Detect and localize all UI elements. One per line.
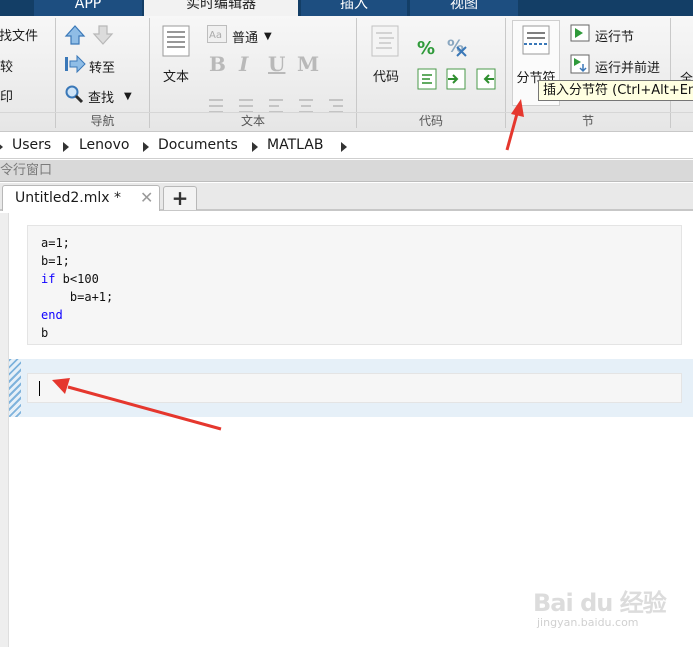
code-line: if b<100 — [41, 270, 681, 288]
empty-code-block[interactable] — [27, 373, 682, 403]
find-files-label: 查找文件 — [0, 29, 39, 44]
breadcrumb-documents[interactable]: Documents — [158, 137, 238, 153]
text-button-label[interactable]: 文本 — [156, 66, 196, 85]
breadcrumb-separator-icon[interactable] — [341, 142, 347, 152]
goto-button[interactable]: 转至 — [64, 54, 115, 78]
tab-app[interactable]: APP — [34, 0, 142, 16]
text-document-icon[interactable] — [162, 25, 190, 57]
section-break-tooltip: 插入分节符 (Ctrl+Alt+Enter) — [538, 80, 693, 101]
code-line: a=1; — [41, 236, 70, 250]
comment-percent-icon[interactable]: % — [417, 38, 435, 59]
command-window-header[interactable]: 命令行窗口 — [0, 160, 693, 182]
watermark-brand: Bai du 经验 — [533, 589, 667, 617]
svg-text:%: % — [447, 37, 464, 57]
style-dropdown[interactable]: Aa 普通 ▼ — [207, 25, 272, 47]
breadcrumb-separator-icon[interactable] — [252, 142, 258, 152]
close-icon[interactable]: ✕ — [140, 186, 153, 210]
breadcrumb-separator-icon[interactable] — [63, 142, 69, 152]
code-block-icon[interactable] — [371, 25, 399, 57]
compare-button[interactable]: 比较 — [0, 56, 13, 75]
compare-label: 比较 — [0, 60, 14, 75]
file-tab-name: Untitled2.mlx * — [15, 190, 121, 206]
baidu-watermark: Bai du 经验 jingyan.baidu.com — [533, 583, 673, 633]
group-label-navigate: 导航 — [90, 114, 115, 128]
group-label-section: 节 — [581, 114, 594, 128]
magnifier-icon — [64, 84, 84, 108]
tab-insert[interactable]: 插入 — [301, 0, 407, 16]
find-dropdown-icon[interactable]: ▼ — [124, 91, 132, 102]
breadcrumb-matlab[interactable]: MATLAB — [267, 137, 323, 153]
run-and-advance-button[interactable]: 运行并前进 — [570, 54, 660, 78]
monospace-icon[interactable]: M — [297, 52, 319, 76]
new-tab-button[interactable]: + — [163, 186, 197, 210]
section-break-marker — [9, 359, 21, 417]
keyword-end: end — [41, 308, 63, 322]
code-block[interactable]: a=1; b=1; if b<100 b=a+1; end b — [27, 225, 682, 345]
code-line: b=a+1; — [41, 290, 114, 304]
style-value: 普通 — [232, 30, 259, 46]
code-line: b — [41, 326, 49, 340]
current-folder-bar: Users Lenovo Documents MATLAB — [0, 133, 693, 159]
find-label: 查找 — [88, 90, 115, 106]
wrap-lines-icon[interactable] — [417, 68, 437, 90]
command-window-title: 命令行窗口 — [0, 163, 53, 178]
indent-decrease-icon[interactable] — [476, 68, 496, 90]
uncomment-percent-icon[interactable]: % — [446, 36, 468, 58]
find-button[interactable]: 查找 ▼ — [64, 84, 132, 108]
find-files-button[interactable]: 查找文件 — [0, 25, 38, 44]
code-button-label[interactable]: 代码 — [366, 66, 406, 85]
svg-text:Aa: Aa — [209, 30, 222, 41]
keyword-if: if — [41, 272, 56, 286]
navigate-down-icon[interactable] — [92, 24, 114, 46]
breadcrumb-separator-icon — [0, 142, 3, 152]
goto-arrow-icon — [64, 54, 86, 78]
toolstrip-tabs: APP 实时编辑器 插入 视图 — [0, 0, 693, 16]
code-line-rest: b<100 — [55, 272, 99, 286]
bold-icon[interactable]: B — [209, 52, 226, 76]
tab-live-editor[interactable]: 实时编辑器 — [144, 0, 298, 16]
ribbon: 查找文件 比较 打印 转至 查找 ▼ 文本 Aa 普通 ▼ B I — [0, 16, 693, 132]
tab-untitled2[interactable]: Untitled2.mlx * ✕ — [2, 185, 160, 211]
breadcrumb-lenovo[interactable]: Lenovo — [79, 137, 129, 153]
run-advance-icon — [570, 54, 590, 78]
run-section-icon — [570, 24, 590, 46]
navigate-up-icon[interactable] — [64, 24, 86, 46]
indent-increase-icon[interactable] — [446, 68, 466, 90]
goto-label: 转至 — [89, 60, 116, 76]
breadcrumb-separator-icon[interactable] — [143, 142, 149, 152]
document-tab-bar: Untitled2.mlx * ✕ + — [0, 183, 693, 211]
tab-view[interactable]: 视图 — [410, 0, 518, 16]
editor-gutter — [0, 213, 9, 647]
underline-icon[interactable]: U — [268, 52, 285, 76]
run-section-button[interactable]: 运行节 — [570, 24, 634, 46]
breadcrumb-users[interactable]: Users — [12, 137, 51, 153]
section-break-icon — [522, 25, 550, 55]
italic-icon[interactable]: I — [239, 52, 248, 76]
font-style-icon: Aa — [207, 25, 227, 47]
run-and-advance-label: 运行并前进 — [595, 60, 661, 76]
chevron-down-icon: ▼ — [264, 30, 272, 42]
code-line: b=1; — [41, 254, 70, 268]
live-editor-area[interactable]: a=1; b=1; if b<100 b=a+1; end b — [0, 213, 693, 647]
group-label-code: 代码 — [418, 114, 443, 128]
run-section-label: 运行节 — [595, 29, 635, 45]
text-cursor — [39, 381, 40, 396]
print-button[interactable]: 打印 — [0, 86, 13, 105]
group-label-text: 文本 — [240, 114, 265, 128]
print-label: 打印 — [0, 90, 14, 105]
